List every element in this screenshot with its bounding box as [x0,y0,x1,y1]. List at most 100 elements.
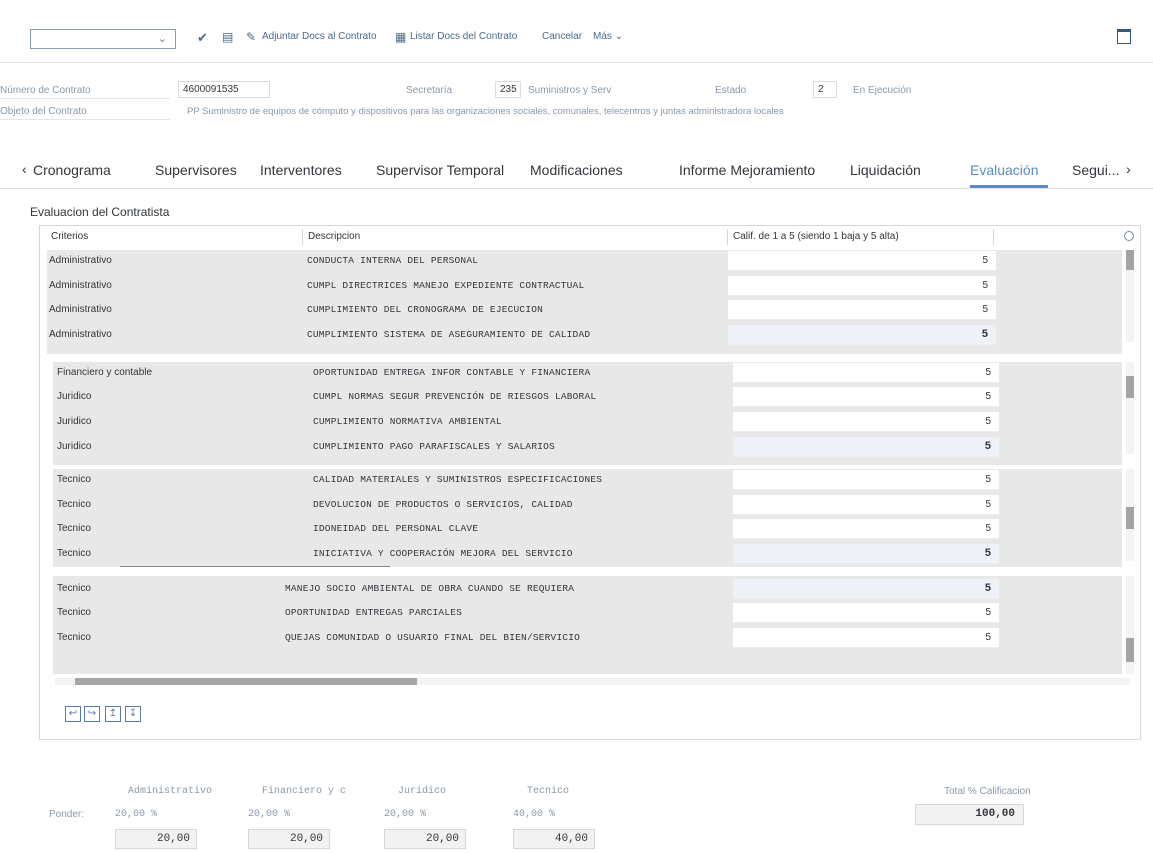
table-row[interactable]: Tecnico INICIATIVA Y COOPERACIÓN MEJORA … [57,543,1122,565]
calificacion-input[interactable]: 5 [733,470,999,490]
calificacion-input[interactable]: 5 [733,544,999,564]
insert-row-icon[interactable]: ↩ [65,706,81,722]
ponder-value-administrativo: 20,00 [115,829,197,849]
table-row[interactable]: Tecnico OPORTUNIDAD ENTREGAS PARCIALES 5 [57,602,1122,624]
table-row[interactable]: Tecnico IDONEIDAD DEL PERSONAL CLAVE 5 [57,518,1122,540]
calificacion-value: 5 [982,280,988,291]
scrollbar-thumb[interactable] [1126,376,1134,398]
calificacion-input[interactable]: 5 [733,579,999,599]
calificacion-input[interactable]: 5 [728,300,996,320]
scrollbar-thumb[interactable] [1126,638,1134,662]
descripcion-cell: OPORTUNIDAD ENTREGA INFOR CONTABLE Y FIN… [313,367,591,378]
tab-supervisor-temporal[interactable]: Supervisor Temporal [376,162,504,178]
vertical-scrollbar[interactable] [1126,362,1134,454]
ponder-label: Ponder: [49,809,85,820]
active-tab-indicator [970,185,1048,188]
column-header-criterios[interactable]: Criterios [51,231,88,242]
calificacion-value: 5 [985,367,991,378]
tab-informe-mejoramiento[interactable]: Informe Mejoramiento [679,162,815,178]
calificacion-input[interactable]: 5 [733,412,999,432]
calificacion-input[interactable]: 5 [728,325,996,345]
descripcion-cell: CUMPL NORMAS SEGUR PREVENCIÓN DE RIESGOS… [313,391,597,402]
table-row[interactable]: Juridico CUMPLIMIENTO NORMATIVA AMBIENTA… [57,411,1122,433]
calificacion-input[interactable]: 5 [728,251,996,271]
table-row[interactable]: Juridico CUMPL NORMAS SEGUR PREVENCIÓN D… [57,386,1122,408]
table-row[interactable]: Administrativo CUMPLIMIENTO SISTEMA DE A… [49,324,1122,346]
table-row[interactable]: Tecnico QUEJAS COMUNIDAD O USUARIO FINAL… [57,627,1122,649]
mas-menu-button[interactable]: Más ⌄ [593,31,623,42]
cancelar-button[interactable]: Cancelar [542,31,582,42]
criterio-cell: Administrativo [49,280,112,291]
table-row[interactable]: Tecnico DEVOLUCION DE PRODUCTOS O SERVIC… [57,494,1122,516]
tab-evaluacion[interactable]: Evaluación [970,162,1039,178]
calificacion-value: 5 [982,304,988,315]
calificacion-input[interactable]: 5 [733,603,999,623]
estado-label: Estado [715,85,747,96]
calificacion-input[interactable]: 5 [733,387,999,407]
calificacion-input[interactable]: 5 [733,363,999,383]
table-row[interactable]: Tecnico MANEJO SOCIO AMBIENTAL DE OBRA C… [57,578,1122,600]
adjuntar-docs-button[interactable]: Adjuntar Docs al Contrato [262,31,377,42]
table-row[interactable]: Administrativo CONDUCTA INTERNA DEL PERS… [49,250,1122,272]
criterio-cell: Tecnico [57,583,91,594]
vertical-scrollbar[interactable] [1126,576,1134,674]
scrollbar-thumb[interactable] [1126,507,1134,529]
calificacion-input[interactable]: 5 [733,495,999,515]
listar-docs-button[interactable]: Listar Docs del Contrato [410,31,517,42]
tab-cronograma[interactable]: Cronograma [33,162,111,178]
vertical-scrollbar[interactable] [1126,250,1134,342]
tab-supervisores[interactable]: Supervisores [155,162,237,178]
tab-seguimiento[interactable]: Segui... [1072,162,1119,178]
document-list-icon[interactable]: ▦ [395,30,406,44]
table-row[interactable]: Financiero y contable OPORTUNIDAD ENTREG… [57,362,1122,384]
calificacion-value: 5 [985,474,991,485]
secretaria-code-field[interactable]: 235 [495,81,521,98]
attach-icon[interactable]: ✎ [246,30,256,44]
action-select[interactable]: ⌄ [30,29,176,49]
column-separator [993,229,994,245]
move-up-icon[interactable]: ↥ [105,706,121,722]
chevron-down-icon: ⌄ [614,31,624,42]
secretaria-label: Secretaría [406,85,453,96]
check-icon[interactable]: ✔ [197,30,208,46]
column-separator [727,229,728,245]
criterio-cell: Administrativo [49,329,112,340]
table-row[interactable]: Tecnico CALIDAD MATERIALES Y SUMINISTROS… [57,469,1122,491]
section-title: Evaluacion del Contratista [30,205,170,219]
table-row[interactable]: Administrativo CUMPLIMIENTO DEL CRONOGRA… [49,299,1122,321]
tab-scroll-right-icon[interactable]: › [1126,161,1131,177]
vertical-scrollbar[interactable] [1126,469,1134,561]
calificacion-value: 5 [985,416,991,427]
scrollbar-thumb[interactable] [1126,250,1134,270]
calificacion-input[interactable]: 5 [728,276,996,296]
window-maximize-icon[interactable] [1117,29,1131,44]
column-header-descripcion[interactable]: Descripcion [308,231,360,242]
table-row[interactable]: Juridico CUMPLIMIENTO PAGO PARAFISCALES … [57,436,1122,458]
descripcion-cell: OPORTUNIDAD ENTREGAS PARCIALES [285,607,463,618]
save-icon[interactable]: ▤ [222,30,233,44]
column-header-calificacion[interactable]: Calif. de 1 a 5 (siendo 1 baja y 5 alta) [733,231,899,242]
move-down-icon[interactable]: ↧ [125,706,141,722]
delete-row-icon[interactable]: ↪ [84,706,100,722]
tab-interventores[interactable]: Interventores [260,162,342,178]
tab-scroll-left-icon[interactable]: ‹ [22,161,27,177]
criterio-cell: Juridico [57,391,92,402]
table-settings-icon[interactable] [1124,231,1134,241]
overlap-divider [120,566,390,567]
numero-contrato-label: Número de Contrato [0,85,91,96]
criterio-cell: Tecnico [57,632,91,643]
calificacion-value: 5 [985,607,991,618]
chevron-down-icon: ⌄ [157,33,167,45]
horizontal-scrollbar[interactable] [55,678,1130,685]
calificacion-input[interactable]: 5 [733,437,999,457]
secretaria-text: Suministros y Serv [528,85,612,96]
table-row[interactable]: Administrativo CUMPL DIRECTRICES MANEJO … [49,275,1122,297]
estado-code-field[interactable]: 2 [813,81,837,98]
objeto-contrato-label: Objeto del Contrato [0,106,87,117]
tab-modificaciones[interactable]: Modificaciones [530,162,623,178]
scrollbar-thumb[interactable] [75,678,417,685]
calificacion-input[interactable]: 5 [733,519,999,539]
calificacion-input[interactable]: 5 [733,628,999,648]
tab-liquidacion[interactable]: Liquidación [850,162,921,178]
numero-contrato-field[interactable]: 4600091535 [178,81,270,98]
